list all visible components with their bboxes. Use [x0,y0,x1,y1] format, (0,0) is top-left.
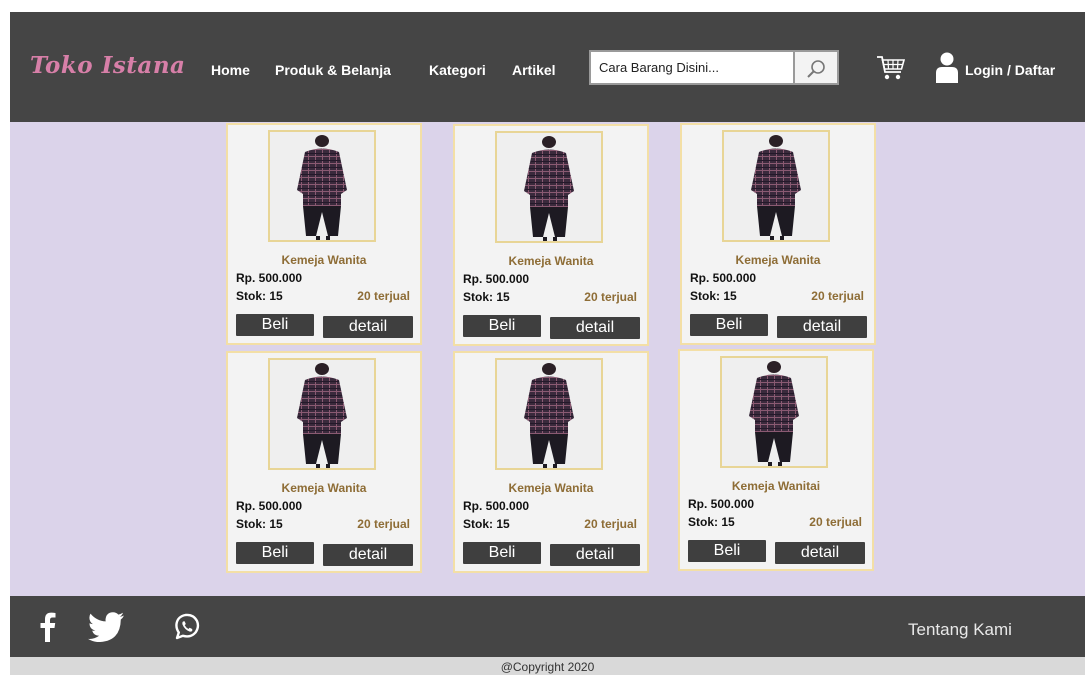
search-button[interactable] [795,50,839,85]
product-sold-count: 20 terjual [584,517,637,531]
product-card: Kemeja Wanita Rp. 500.000 Stok: 15 20 te… [226,123,422,345]
buy-button[interactable]: Beli [463,542,541,564]
copyright-text: @Copyright 2020 [500,660,595,674]
product-grid: Kemeja Wanita Rp. 500.000 Stok: 15 20 te… [10,122,1085,596]
header-bar: Toko Istana Home Produk & Belanja Katego… [10,12,1085,122]
product-price: Rp. 500.000 [463,272,530,286]
buy-button[interactable]: Beli [236,542,314,564]
product-image[interactable] [268,358,376,470]
nav-produk-belanja[interactable]: Produk & Belanja [275,62,391,82]
product-price: Rp. 500.000 [690,271,757,285]
product-name[interactable]: Kemeja Wanita [228,253,420,267]
twitter-icon [88,612,124,643]
detail-button[interactable]: detail [550,544,640,566]
shirt-photo-icon [270,132,374,240]
product-name[interactable]: Kemeja Wanita [455,481,647,495]
nav-kategori[interactable]: Kategori [429,62,486,82]
product-price: Rp. 500.000 [236,499,303,513]
product-image[interactable] [720,356,828,468]
product-card: Kemeja Wanitai Rp. 500.000 Stok: 15 20 t… [678,349,874,571]
buy-button[interactable]: Beli [463,315,541,337]
detail-button[interactable]: detail [777,316,867,338]
detail-button[interactable]: detail [323,544,413,566]
shirt-photo-icon [497,360,601,468]
twitter-link[interactable] [87,612,125,647]
shirt-photo-icon [270,360,374,468]
shirt-photo-icon [724,132,828,240]
cart-icon [877,56,906,80]
product-stock: Stok: 15 [236,289,283,303]
detail-button[interactable]: detail [323,316,413,338]
login-register-link[interactable]: Login / Daftar [965,62,1055,78]
product-sold-count: 20 terjual [811,289,864,303]
nav-home[interactable]: Home [211,62,250,82]
product-price: Rp. 500.000 [463,499,530,513]
product-sold-count: 20 terjual [809,515,862,529]
about-us-link[interactable]: Tentang Kami [908,620,1012,640]
product-stock: Stok: 15 [463,290,510,304]
product-image[interactable] [495,131,603,243]
detail-button[interactable]: detail [775,542,865,564]
facebook-link[interactable] [40,612,56,647]
product-image[interactable] [722,130,830,242]
shirt-photo-icon [722,358,826,466]
site-logo[interactable]: Toko Istana [30,52,185,79]
product-stock: Stok: 15 [690,289,737,303]
product-stock: Stok: 15 [463,517,510,531]
product-image[interactable] [495,358,603,470]
buy-button[interactable]: Beli [236,314,314,336]
search-input[interactable] [589,50,795,85]
buy-button[interactable]: Beli [690,314,768,336]
buy-button[interactable]: Beli [688,540,766,562]
product-card: Kemeja Wanita Rp. 500.000 Stok: 15 20 te… [226,351,422,573]
product-sold-count: 20 terjual [357,517,410,531]
cart-button[interactable] [876,54,906,87]
product-card: Kemeja Wanita Rp. 500.000 Stok: 15 20 te… [680,123,876,345]
search-bar [589,50,839,85]
product-card: Kemeja Wanita Rp. 500.000 Stok: 15 20 te… [453,124,649,346]
product-sold-count: 20 terjual [584,290,637,304]
whatsapp-link[interactable] [172,612,202,647]
user-button[interactable] [935,52,959,89]
product-price: Rp. 500.000 [236,271,303,285]
facebook-icon [40,612,56,642]
search-icon [807,60,825,78]
nav-artikel[interactable]: Artikel [512,62,556,82]
product-card: Kemeja Wanita Rp. 500.000 Stok: 15 20 te… [453,351,649,573]
product-name[interactable]: Kemeja Wanita [682,253,874,267]
product-sold-count: 20 terjual [357,289,410,303]
page: Toko Istana Home Produk & Belanja Katego… [0,0,1085,675]
user-icon [936,52,958,83]
product-name[interactable]: Kemeja Wanitai [680,479,872,493]
product-image[interactable] [268,130,376,242]
product-stock: Stok: 15 [236,517,283,531]
product-price: Rp. 500.000 [688,497,755,511]
shirt-photo-icon [497,133,601,241]
product-stock: Stok: 15 [688,515,735,529]
whatsapp-icon [175,613,200,640]
product-name[interactable]: Kemeja Wanita [228,481,420,495]
copyright-bar: @Copyright 2020 [10,657,1085,675]
product-name[interactable]: Kemeja Wanita [455,254,647,268]
footer-bar: Tentang Kami [10,596,1085,657]
detail-button[interactable]: detail [550,317,640,339]
